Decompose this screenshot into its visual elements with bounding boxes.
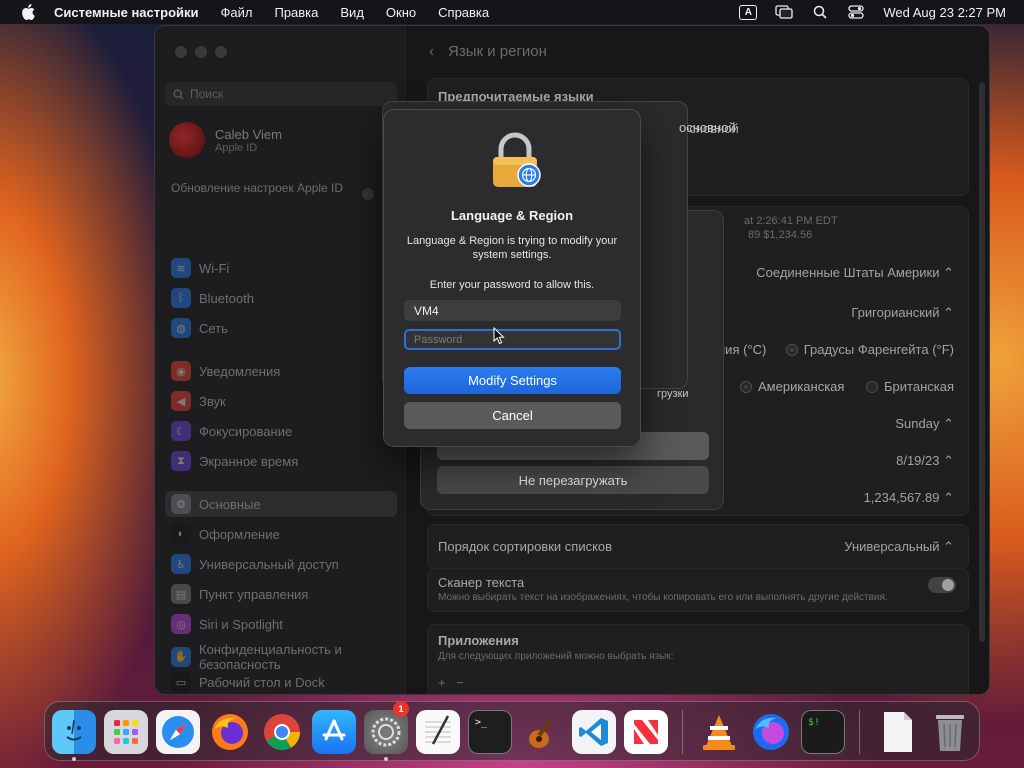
dialog-title: Language & Region xyxy=(450,208,574,223)
dialog-message: Language & Region is trying to modify yo… xyxy=(406,235,618,261)
dock: 1 >_ $! xyxy=(44,701,980,761)
dock-firefox-developer-icon[interactable] xyxy=(749,710,793,754)
dock-finder-icon[interactable] xyxy=(52,710,96,754)
modify-settings-button[interactable]: Modify Settings xyxy=(404,367,621,394)
dock-terminal-icon[interactable]: >_ xyxy=(468,710,512,754)
dock-textedit-icon[interactable] xyxy=(416,710,460,754)
input-source-icon[interactable]: A xyxy=(739,4,758,20)
control-center-icon[interactable] xyxy=(847,4,865,20)
cancel-button[interactable]: Cancel xyxy=(404,402,621,429)
dock-news-icon[interactable] xyxy=(624,710,668,754)
dock-firefox-icon[interactable] xyxy=(208,710,252,754)
dock-chrome-icon[interactable] xyxy=(260,710,304,754)
menu-app-name[interactable]: Системные настройки xyxy=(54,5,199,20)
dock-separator xyxy=(682,710,683,754)
finder-running-dot xyxy=(72,757,76,761)
dock-vscode-icon[interactable] xyxy=(572,710,616,754)
system-settings-notification-badge: 1 xyxy=(393,701,409,717)
dock-separator xyxy=(859,710,860,754)
menu-help[interactable]: Справка xyxy=(438,5,489,20)
apple-menu-icon[interactable] xyxy=(18,0,38,24)
dock-vlc-icon[interactable] xyxy=(697,710,741,754)
dialog-prompt: Enter your password to allow this. xyxy=(429,279,595,291)
dock-app-store-icon[interactable] xyxy=(312,710,356,754)
sheet-ghost-text-2: грузки xyxy=(657,388,689,400)
dock-document-icon[interactable] xyxy=(876,710,920,754)
menu-window[interactable]: Окно xyxy=(386,5,416,20)
authorization-dialog: Language & Region Language & Region is t… xyxy=(383,109,641,447)
dock-console-icon[interactable]: $! xyxy=(801,710,845,754)
spotlight-search-icon[interactable] xyxy=(811,4,829,20)
lock-globe-icon xyxy=(493,132,541,187)
dont-restart-button[interactable]: Не перезагружать xyxy=(437,466,709,494)
menu-edit[interactable]: Правка xyxy=(274,5,318,20)
dock-garageband-icon[interactable] xyxy=(520,710,564,754)
dock-launchpad-icon[interactable] xyxy=(104,710,148,754)
settings-running-dot xyxy=(384,757,388,761)
password-field[interactable]: Password xyxy=(404,329,621,350)
menu-clock[interactable]: Wed Aug 23 2:27 PM xyxy=(883,5,1006,20)
text-cursor-icon xyxy=(493,327,505,345)
menu-bar: Системные настройки Файл Правка Вид Окно… xyxy=(0,0,1024,24)
dock-safari-icon[interactable] xyxy=(156,710,200,754)
sheet-back-fragment: основной xyxy=(679,120,736,135)
dock-trash-icon[interactable] xyxy=(928,710,972,754)
menu-file[interactable]: Файл xyxy=(221,5,253,20)
screen-mirroring-icon[interactable] xyxy=(775,4,794,20)
username-field[interactable]: VM4 xyxy=(404,300,621,321)
menu-view[interactable]: Вид xyxy=(340,5,364,20)
